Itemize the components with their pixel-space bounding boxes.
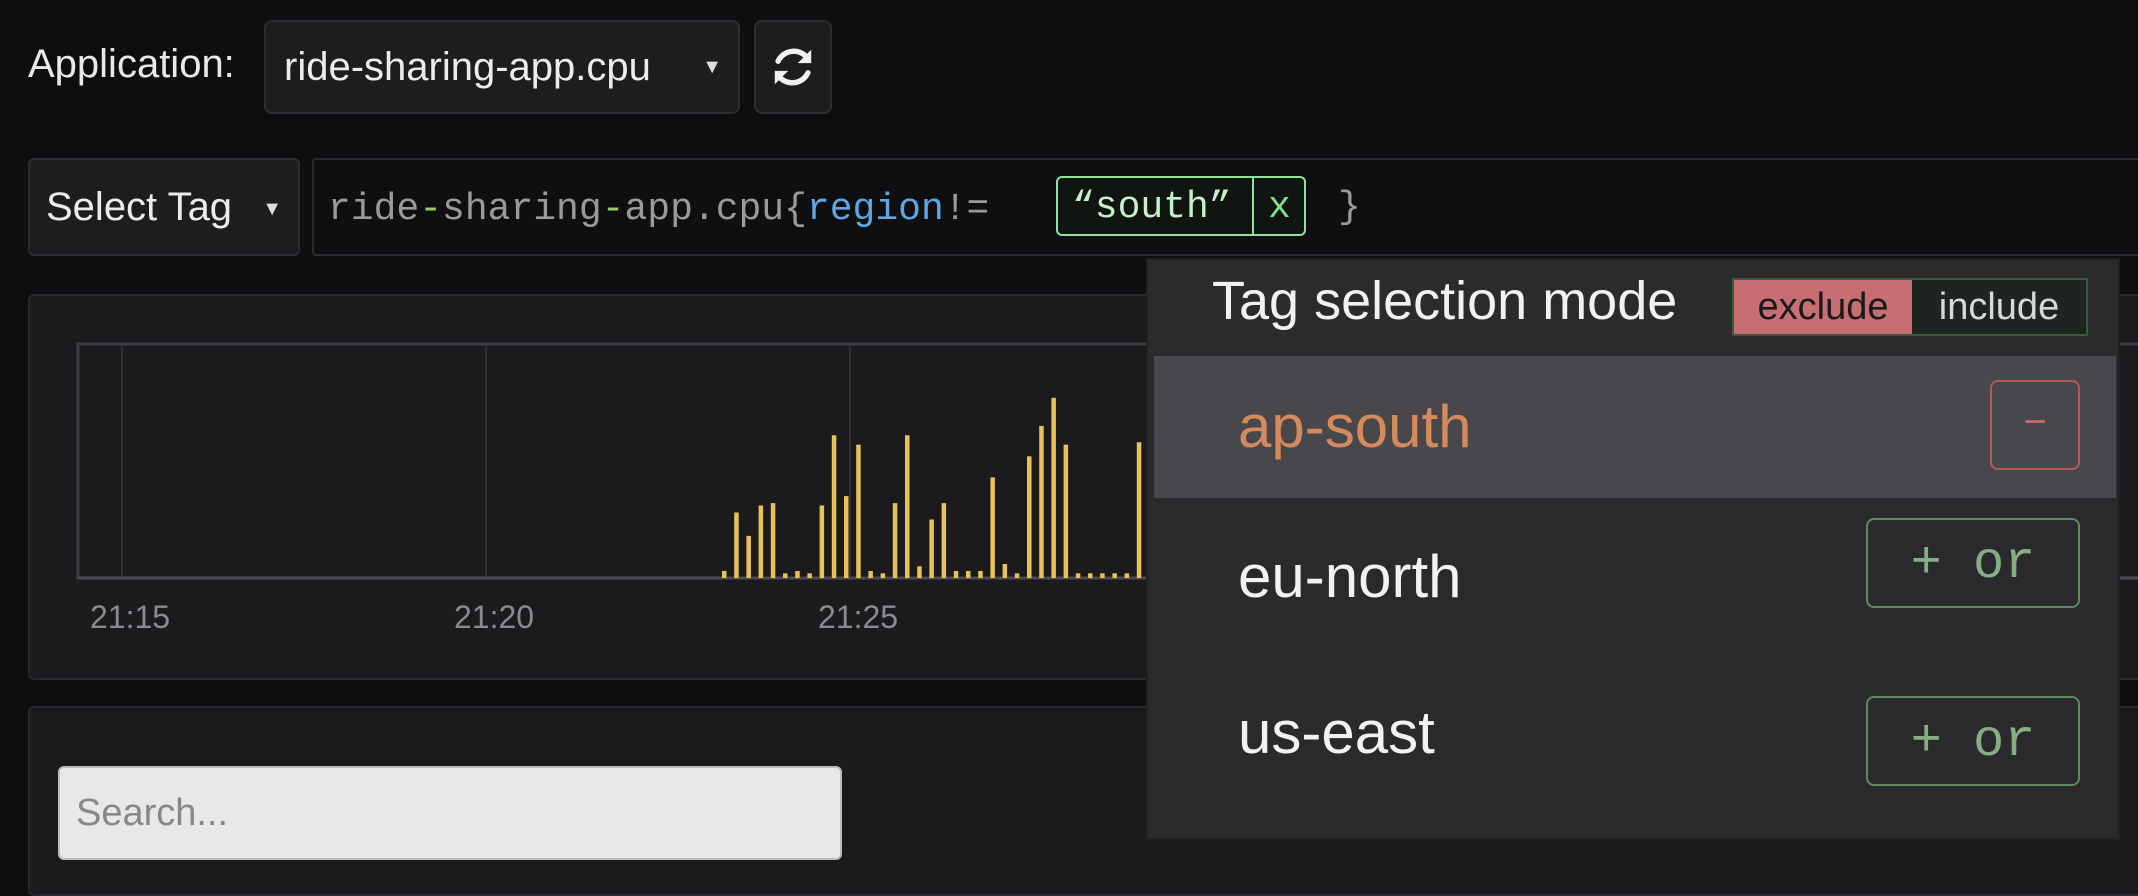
chart-bar bbox=[807, 573, 812, 578]
chart-bar bbox=[990, 477, 995, 578]
chart-bar bbox=[1112, 573, 1117, 578]
chart-bar bbox=[917, 566, 922, 578]
chart-bar bbox=[1075, 573, 1081, 578]
tag-option-eu-north[interactable]: eu-north + or bbox=[1154, 498, 2116, 640]
add-or-button[interactable]: + or bbox=[1866, 696, 2080, 786]
chart-bar bbox=[722, 570, 727, 578]
chart-bar bbox=[905, 435, 910, 578]
tag-mode-toggle: exclude include bbox=[1732, 278, 2088, 336]
query-close-brace: } bbox=[1338, 186, 1361, 229]
tag-value-chip[interactable]: “south” x bbox=[1056, 176, 1306, 236]
application-select[interactable]: ride-sharing-app.cpu ▼ bbox=[264, 20, 740, 114]
x-tick-label: 21:20 bbox=[454, 599, 534, 635]
caret-down-icon: ▼ bbox=[262, 198, 282, 220]
chart-bar bbox=[1014, 573, 1020, 578]
chart-bar bbox=[966, 570, 971, 578]
chart-bar bbox=[819, 505, 825, 578]
x-tick-label: 21:25 bbox=[818, 599, 898, 635]
application-select-value: ride-sharing-app.cpu bbox=[284, 44, 651, 89]
chart-bar bbox=[880, 573, 886, 578]
tag-value: “south” bbox=[1072, 186, 1232, 229]
chart-bar bbox=[856, 444, 861, 578]
search-input[interactable] bbox=[58, 766, 842, 860]
chart-bar bbox=[1124, 573, 1130, 578]
refresh-button[interactable] bbox=[754, 20, 832, 114]
application-label: Application: bbox=[28, 42, 235, 86]
chart-bar bbox=[868, 570, 873, 578]
chart-bar bbox=[1027, 456, 1032, 578]
chart-bar bbox=[1051, 397, 1056, 578]
chart-bar bbox=[978, 570, 983, 578]
chart-bar bbox=[953, 570, 959, 578]
query-tag-key: region bbox=[806, 188, 944, 231]
select-tag-dropdown[interactable]: Select Tag ▼ bbox=[28, 158, 300, 256]
chart-bar bbox=[892, 503, 898, 578]
query-text: ride-sharing-app.cpu{region!= bbox=[328, 188, 989, 231]
tag-option-label: us-east bbox=[1238, 699, 1435, 766]
tag-option-label: eu-north bbox=[1238, 543, 1462, 610]
chart-bar bbox=[1088, 573, 1093, 578]
chart-bar bbox=[783, 573, 788, 578]
chart-bar bbox=[1136, 442, 1142, 578]
tag-mode-title: Tag selection mode bbox=[1212, 271, 1678, 331]
chart-bar bbox=[758, 505, 764, 578]
query-operator: != bbox=[943, 188, 990, 231]
mode-include-button[interactable]: include bbox=[1912, 280, 2086, 334]
query-metric-part: app.cpu{ bbox=[624, 188, 807, 231]
tag-option-us-east[interactable]: us-east + or bbox=[1154, 674, 2116, 834]
mode-exclude-button[interactable]: exclude bbox=[1734, 280, 1912, 334]
chart-bar bbox=[1039, 425, 1044, 578]
chart-bar bbox=[746, 535, 751, 578]
chart-bar bbox=[795, 570, 800, 578]
query-dash: - bbox=[419, 188, 443, 231]
query-dash: - bbox=[601, 188, 625, 231]
remove-tag-button[interactable]: x bbox=[1268, 186, 1291, 229]
remove-tag-option-button[interactable]: − bbox=[1990, 380, 2080, 470]
tag-option-ap-south[interactable]: ap-south − bbox=[1154, 356, 2116, 498]
query-metric-part: ride bbox=[328, 188, 420, 231]
caret-down-icon: ▼ bbox=[702, 56, 722, 78]
chart-bar bbox=[1100, 573, 1105, 578]
x-tick-label: 21:15 bbox=[90, 599, 170, 635]
refresh-icon bbox=[774, 48, 812, 86]
chart-bar bbox=[1002, 563, 1008, 578]
chip-divider bbox=[1252, 178, 1254, 234]
chart-bar bbox=[770, 503, 776, 578]
add-or-button[interactable]: + or bbox=[1866, 518, 2080, 608]
chart-bar bbox=[844, 496, 849, 578]
chart-bar bbox=[734, 512, 739, 578]
tag-option-label: ap-south bbox=[1238, 393, 1472, 460]
chart-bar bbox=[941, 503, 947, 578]
chart-bar bbox=[929, 519, 934, 578]
chart-bar bbox=[831, 435, 837, 578]
select-tag-label: Select Tag bbox=[46, 184, 233, 229]
chart-bar bbox=[1063, 444, 1069, 578]
query-metric-part: sharing bbox=[442, 188, 602, 231]
